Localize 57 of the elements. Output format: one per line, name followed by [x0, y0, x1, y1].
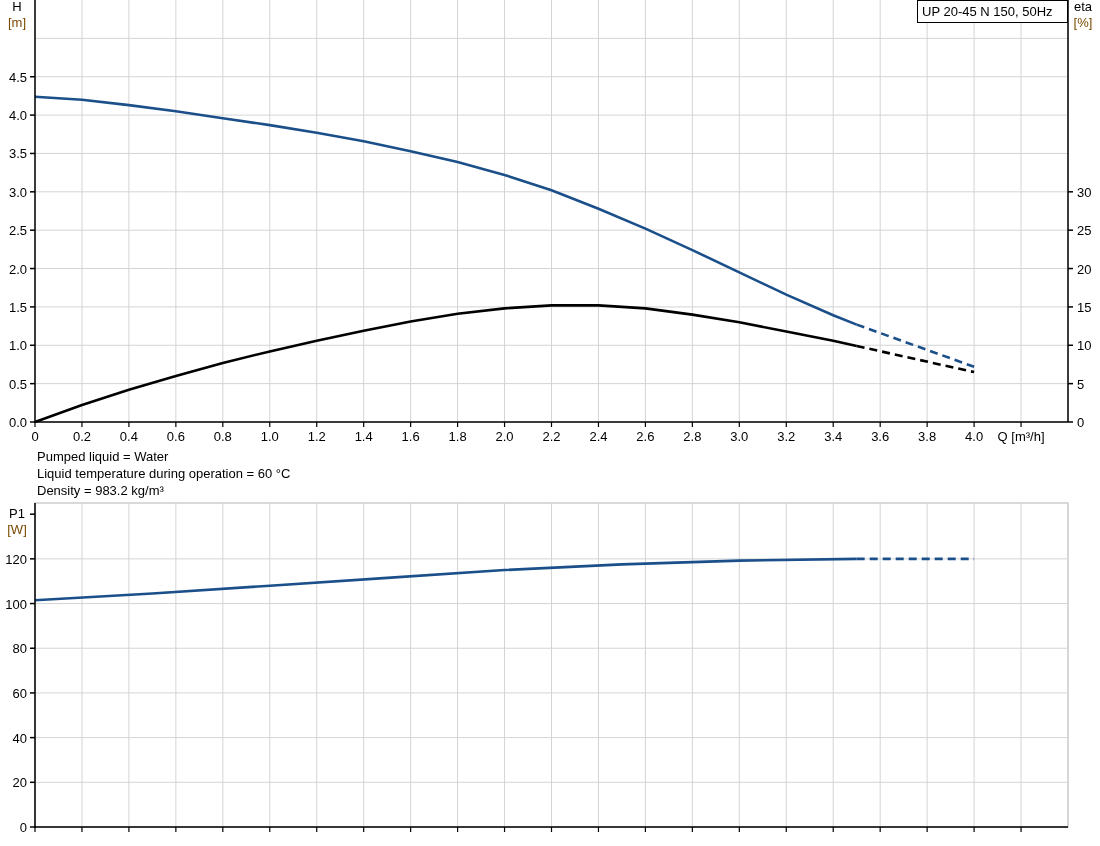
axis-tick-label: 1.0	[8, 338, 27, 354]
axis-title: H	[12, 0, 22, 14]
axis-tick-label: 0	[1077, 415, 1085, 430]
axis-tick-label: 3.6	[871, 429, 890, 444]
axis-unit: [%]	[1073, 15, 1093, 30]
axis-tick-label: 3.8	[918, 429, 937, 444]
axis-tick-label: 0	[31, 429, 39, 444]
liquid-info-text: Pumped liquid = Water	[37, 448, 169, 465]
axis-tick-label: 1.5	[8, 299, 27, 315]
axis-tick-label: 20	[1077, 261, 1092, 277]
axis-tick-label: 15	[1077, 299, 1092, 315]
axis-tick-label: 120	[5, 551, 27, 567]
chart-title: UP 20-45 N 150, 50Hz	[917, 0, 1068, 23]
axis-tick-label: 3.0	[8, 184, 27, 200]
axis-tick-label: 5	[1077, 376, 1085, 392]
axis-tick-label: 0.2	[72, 429, 91, 444]
axis-tick-label: 3.5	[8, 146, 27, 162]
axis-tick-label: 30	[1077, 184, 1092, 200]
axis-tick-label: 80	[12, 641, 27, 657]
axis-tick-label: 1.0	[260, 429, 279, 444]
axis-tick-label: 0.0	[8, 415, 27, 430]
axis-tick-label: 0.4	[119, 429, 138, 444]
chart-title: UP 20-45 N 150, 50Hz	[922, 4, 1053, 19]
axis-tick-label: 10	[1077, 338, 1092, 354]
liquid-info-text: Density = 983.2 kg/m³	[37, 482, 164, 499]
axis-title: P1	[9, 506, 25, 521]
axis-tick-label: 2.0	[495, 429, 514, 444]
axis-tick-label: 2.8	[683, 429, 702, 444]
axis-title: eta	[1073, 0, 1093, 14]
axis-title: Q [m³/h]	[997, 429, 1045, 444]
axis-tick-label: 0.6	[166, 429, 185, 444]
axis-unit: [m]	[7, 15, 27, 30]
axis-tick-label: 0.8	[213, 429, 232, 444]
axis-tick-label: 4.0	[965, 429, 984, 444]
axis-tick-label: 1.8	[448, 429, 467, 444]
axis-tick-label: 100	[5, 596, 27, 612]
axis-tick-label: 1.4	[354, 429, 373, 444]
axis-tick-label: 2.0	[8, 261, 27, 277]
axis-tick-label: 1.6	[401, 429, 420, 444]
axis-unit: [W]	[7, 522, 27, 537]
axis-tick-label: 2.6	[636, 429, 655, 444]
axis-tick-label: 3.0	[730, 429, 749, 444]
axis-tick-label: 20	[12, 775, 27, 791]
axis-tick-label: 2.2	[542, 429, 561, 444]
axis-tick-label: 60	[12, 685, 27, 701]
axis-tick-label: 3.4	[824, 429, 843, 444]
axis-tick-label: 3.2	[777, 429, 796, 444]
axis-tick-label: 4.5	[8, 69, 27, 85]
axis-tick-label: 1.2	[307, 429, 326, 444]
liquid-info-text: Liquid temperature during operation = 60 °C	[37, 465, 291, 482]
axis-tick-label: 4.0	[8, 108, 27, 124]
axis-tick-label: 0.5	[8, 376, 27, 392]
axis-tick-label: 2.5	[8, 223, 27, 239]
axis-tick-label: 40	[12, 730, 27, 746]
axis-tick-label: 2.4	[589, 429, 608, 444]
axis-tick-label: 0	[19, 820, 27, 835]
axis-tick-label: 25	[1077, 223, 1092, 239]
